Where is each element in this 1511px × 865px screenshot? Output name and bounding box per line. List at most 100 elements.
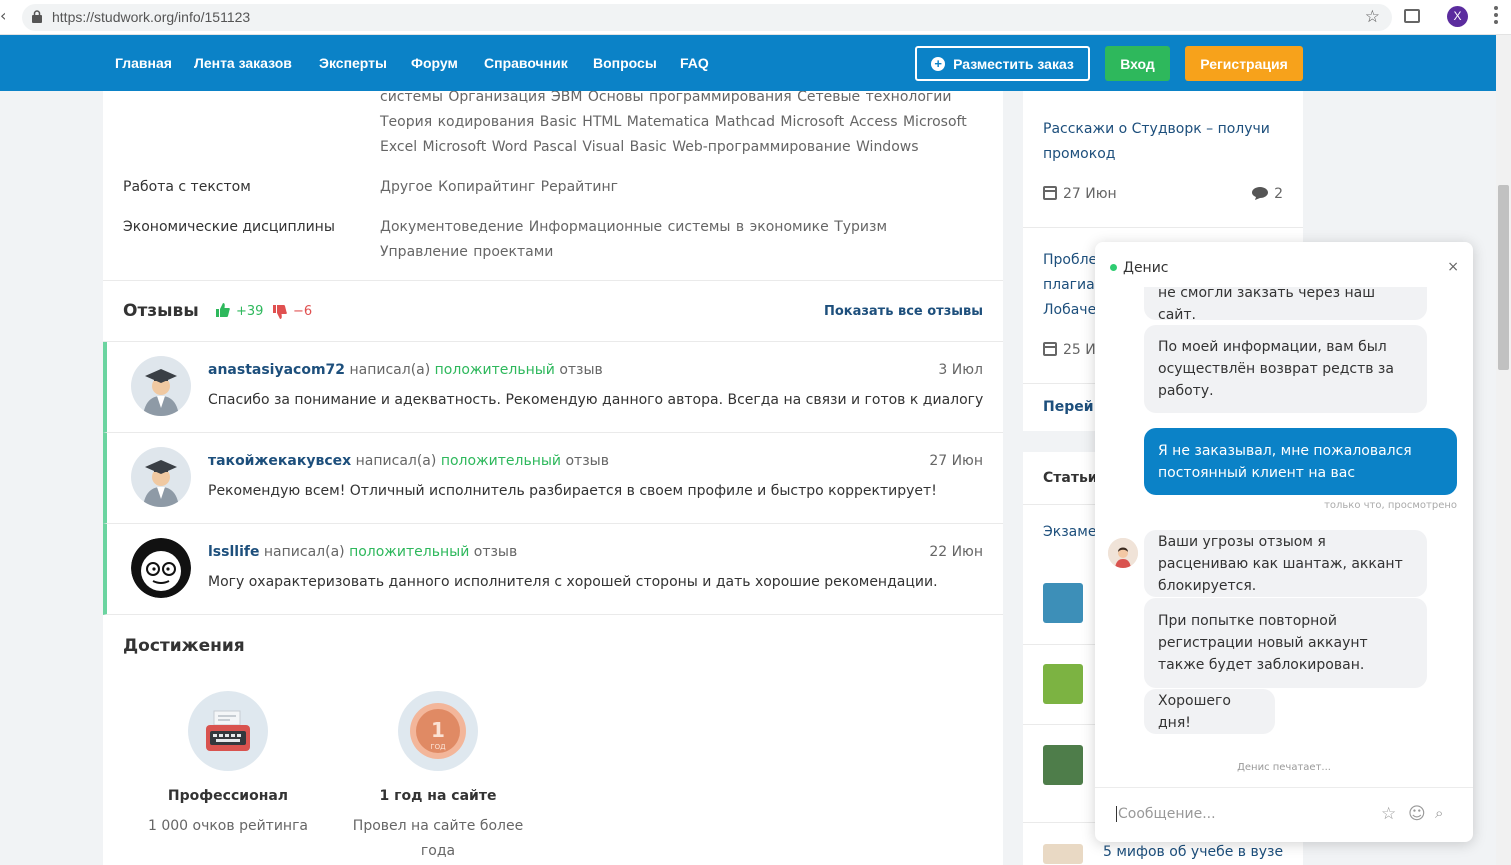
address-bar[interactable]: https://studwork.org/info/151123 ☆	[22, 4, 1392, 31]
divider	[1023, 227, 1303, 228]
avatar[interactable]	[131, 538, 191, 598]
article-thumbnail[interactable]	[1043, 745, 1083, 785]
chat-widget: Денис × не смогли закзать через наш сайт…	[1095, 242, 1473, 842]
review-text: Спасибо за понимание и адекватность. Рек…	[208, 392, 984, 408]
review-word: отзыв	[473, 544, 518, 560]
message-input[interactable]: Сообщение...	[1116, 806, 1216, 822]
nav-home[interactable]: Главная	[115, 55, 172, 71]
svg-text:ГОД: ГОД	[430, 743, 446, 751]
chat-message-incoming: не смогли закзать через наш сайт.	[1144, 287, 1427, 323]
review-text: Могу охарактеризовать данного исполнител…	[208, 574, 938, 590]
review-author-link[interactable]: anastasiyacom72	[208, 362, 345, 378]
chat-message-outgoing: Я не заказывал, мне пожаловался постоянн…	[1144, 428, 1457, 495]
skill-label-economics: Экономические дисциплины	[123, 219, 335, 235]
thumbs-down-icon	[273, 305, 287, 319]
article-thumbnail[interactable]	[1043, 844, 1083, 864]
scrollbar-thumb[interactable]	[1498, 185, 1509, 370]
review-item: lssllife написал(а) положительный отзыв …	[103, 524, 1003, 615]
reviews-heading: Отзывы	[123, 301, 199, 321]
review-wrote-text: написал(а)	[355, 453, 437, 469]
nav-reference[interactable]: Справочник	[484, 55, 568, 71]
skill-values-programming: системы Организация ЭВМ Основы программи…	[380, 91, 967, 155]
article-link[interactable]: Экзаме	[1043, 520, 1103, 545]
agent-avatar	[1108, 538, 1138, 568]
browser-toolbar: ‹ https://studwork.org/info/151123 ☆ X	[0, 0, 1511, 35]
articles-heading: Статьи	[1043, 470, 1098, 486]
comment-icon	[1252, 187, 1269, 200]
review-author-link[interactable]: такойжекакувсех	[208, 453, 351, 469]
place-order-button[interactable]: + Разместить заказ	[915, 46, 1090, 81]
skill-values-economics: Документоведение Информационные системы …	[380, 219, 888, 260]
avatar[interactable]	[131, 447, 191, 507]
thumbs-up-icon	[216, 303, 230, 317]
profile-avatar[interactable]: X	[1447, 6, 1468, 27]
review-author-link[interactable]: lssllife	[208, 544, 259, 560]
login-button[interactable]: Вход	[1105, 46, 1170, 81]
review-text: Рекомендую всем! Отличный исполнитель ра…	[208, 483, 937, 499]
review-header: такойжекакувсех написал(а) положительный…	[208, 453, 609, 469]
achievement-desc: 1 000 очков рейтинга	[147, 818, 309, 834]
calendar-icon	[1043, 342, 1057, 356]
achievement-name: 1 год на сайте	[379, 788, 497, 804]
review-word: отзыв	[565, 453, 609, 469]
date-text: 27 Июн	[1063, 186, 1117, 202]
browser-menu-icon[interactable]	[1494, 6, 1498, 27]
emoji-icon[interactable]: ☺	[1408, 804, 1426, 824]
review-date: 22 Июн	[929, 544, 983, 560]
achievement-name: Профессионал	[167, 788, 289, 804]
nav-experts[interactable]: Эксперты	[319, 55, 387, 71]
chat-message-incoming: По моей информации, вам был осуществлён …	[1144, 325, 1427, 413]
sidebar-more-link[interactable]: Перей	[1043, 399, 1094, 415]
svg-text:1: 1	[431, 718, 445, 742]
profile-main-card: системы Организация ЭВМ Основы программи…	[103, 91, 1003, 865]
page-scrollbar[interactable]	[1496, 35, 1511, 865]
lock-icon	[32, 10, 42, 23]
review-date: 3 Июл	[938, 362, 983, 378]
comment-count: 2	[1252, 186, 1283, 202]
plus-circle-icon: +	[931, 56, 946, 71]
nav-faq[interactable]: FAQ	[680, 55, 709, 71]
chat-message-incoming: Хорошего дня!	[1144, 689, 1275, 734]
back-icon[interactable]: ‹	[0, 6, 6, 25]
divider	[103, 280, 1003, 281]
nav-orders-feed[interactable]: Лента заказов	[194, 55, 292, 71]
skill-values-text-work: Другое Копирайтинг Рерайтинг	[380, 179, 619, 195]
review-kind: положительный	[349, 544, 470, 560]
article-thumbnail[interactable]	[1043, 583, 1083, 623]
star-rating-icon[interactable]: ☆	[1381, 804, 1396, 824]
site-header: Главная Лента заказов Эксперты Форум Спр…	[0, 35, 1496, 91]
review-kind: положительный	[440, 453, 562, 469]
show-all-reviews-link[interactable]: Показать все отзывы	[824, 304, 983, 319]
achievement-desc: Провел на сайте более года	[352, 818, 524, 859]
nav-forum[interactable]: Форум	[411, 55, 458, 71]
extension-icon[interactable]	[1404, 9, 1420, 23]
positive-count: +39	[236, 304, 264, 319]
avatar[interactable]	[131, 356, 191, 416]
message-seen-status: только что, просмотрено	[1324, 500, 1457, 511]
calendar-icon	[1043, 186, 1057, 200]
review-date: 27 Июн	[929, 453, 983, 469]
sidebar-post-link[interactable]: Расскажи о Студворк – получи промокод	[1043, 117, 1293, 167]
chat-messages[interactable]: не смогли закзать через наш сайт. По мое…	[1095, 287, 1473, 784]
typing-indicator: Денис печатает...	[1237, 762, 1331, 773]
chat-input-bar: Сообщение... ☆ ☺ ⌕	[1095, 787, 1473, 842]
review-word: отзыв	[559, 362, 603, 378]
attach-icon[interactable]: ⌕	[1435, 804, 1443, 822]
review-item: такойжекакувсех написал(а) положительный…	[103, 433, 1003, 524]
achievements-heading: Достижения	[123, 636, 245, 656]
article-thumbnail[interactable]	[1043, 664, 1083, 704]
review-header: anastasiyacom72 написал(а) положительный…	[208, 362, 603, 378]
medal-icon: 1 ГОД	[398, 691, 478, 771]
negative-count: −6	[293, 304, 313, 319]
bookmark-star-icon[interactable]: ☆	[1365, 7, 1380, 27]
review-wrote-text: написал(а)	[349, 362, 431, 378]
close-icon[interactable]: ×	[1447, 259, 1459, 275]
comment-count-text: 2	[1274, 186, 1283, 202]
nav-questions[interactable]: Вопросы	[593, 55, 657, 71]
sidebar-post-link[interactable]: Пробле плагиат Лобаче	[1043, 248, 1103, 323]
register-button[interactable]: Регистрация	[1185, 46, 1303, 81]
article-link[interactable]: 5 мифов об учебе в вузе	[1103, 840, 1293, 865]
chat-agent-name: Денис	[1123, 260, 1169, 276]
skill-label-text-work: Работа с текстом	[123, 179, 251, 195]
sidebar-post-date: 27 Июн	[1043, 186, 1117, 202]
